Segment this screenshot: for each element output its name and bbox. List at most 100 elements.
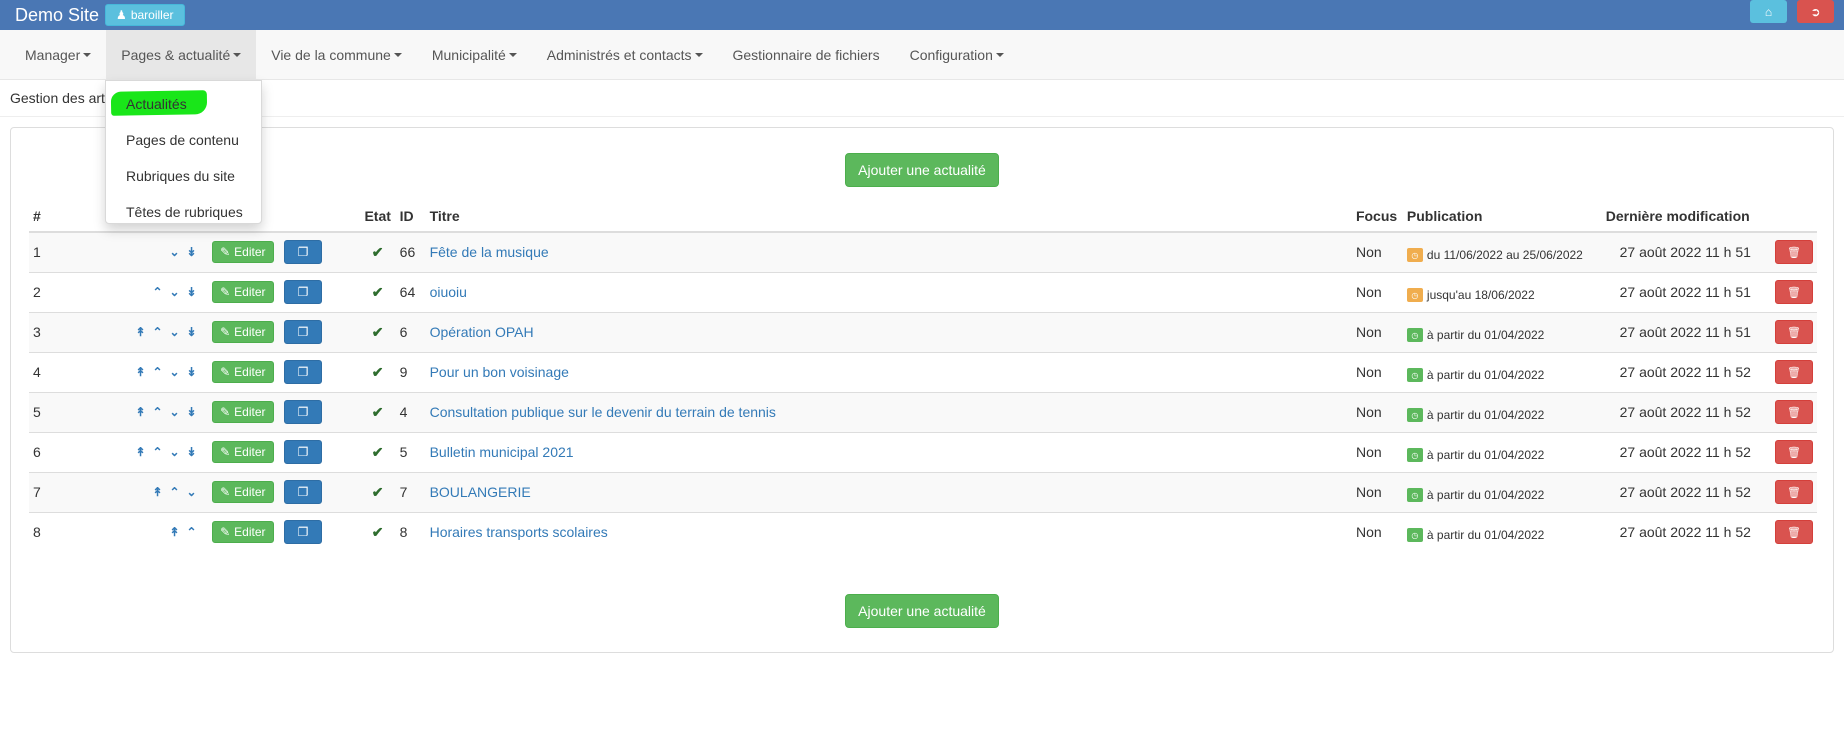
check-icon[interactable]: ✔: [372, 444, 384, 460]
delete-button[interactable]: 🗑: [1774, 440, 1813, 464]
delete-button[interactable]: 🗑: [1774, 520, 1813, 545]
nav-item[interactable]: Configuration: [895, 30, 1019, 79]
news-title-link[interactable]: Opération OPAH: [430, 324, 534, 340]
move-up-icon[interactable]: ⌃: [151, 406, 164, 418]
check-icon[interactable]: ✔: [372, 484, 384, 500]
add-news-button-top[interactable]: Ajouter une actualité: [845, 153, 999, 187]
move-top-icon[interactable]: ↟: [168, 526, 181, 538]
move-top-icon[interactable]: ↟: [134, 446, 147, 458]
duplicate-button[interactable]: ❐: [284, 400, 323, 424]
news-title-link[interactable]: Pour un bon voisinage: [430, 364, 569, 380]
add-news-button-bottom[interactable]: Ajouter une actualité: [845, 594, 999, 628]
move-bottom-icon[interactable]: ↡: [185, 326, 198, 338]
edit-button[interactable]: ✎ Editer: [212, 281, 274, 303]
edit-button[interactable]: ✎ Editer: [212, 441, 274, 463]
site-name[interactable]: Demo Site: [15, 5, 99, 26]
nav-item[interactable]: Municipalité: [417, 30, 532, 79]
edit-label: Editer: [234, 325, 266, 339]
move-down-icon[interactable]: ⌄: [168, 286, 181, 298]
edit-button[interactable]: ✎ Editer: [212, 521, 274, 544]
news-title-link[interactable]: Horaires transports scolaires: [430, 524, 608, 540]
check-icon[interactable]: ✔: [372, 524, 384, 540]
nav-item[interactable]: Pages & actualité: [106, 30, 257, 79]
move-down-icon[interactable]: ⌄: [168, 326, 181, 338]
delete-button[interactable]: 🗑: [1774, 280, 1813, 304]
move-bottom-icon[interactable]: ↡: [185, 286, 198, 298]
move-bottom-icon[interactable]: ↡: [185, 366, 198, 378]
move-down-icon[interactable]: ⌄: [168, 246, 181, 258]
move-top-icon[interactable]: ↟: [151, 486, 164, 498]
check-icon[interactable]: ✔: [372, 324, 384, 340]
reorder-controls: ⌄ ↡: [63, 246, 204, 258]
move-down-icon[interactable]: ⌄: [168, 406, 181, 418]
dropdown-item[interactable]: Têtes de rubriques: [106, 194, 261, 230]
delete-button[interactable]: 🗑: [1774, 240, 1813, 265]
duplicate-button[interactable]: ❐: [284, 360, 323, 384]
user-button[interactable]: ♟ baroiller: [105, 4, 185, 26]
news-title-link[interactable]: Fête de la musique: [430, 244, 549, 260]
dropdown-item[interactable]: Rubriques du site: [106, 158, 261, 194]
dropdown-item[interactable]: Pages de contenu: [106, 122, 261, 158]
edit-button[interactable]: ✎ Editer: [212, 401, 274, 423]
edit-button[interactable]: ✎ Editer: [212, 481, 274, 503]
pages-dropdown-menu: Actualités Pages de contenu Rubriques du s…: [105, 80, 262, 224]
duplicate-button[interactable]: ❐: [284, 440, 323, 464]
dropdown-item[interactable]: Actualités: [106, 86, 261, 122]
news-table: # Etat ID Titre Focus Publication Derniè…: [29, 200, 1817, 552]
duplicate-button[interactable]: ❐: [284, 320, 323, 344]
news-title-link[interactable]: Bulletin municipal 2021: [430, 444, 574, 460]
delete-button[interactable]: 🗑: [1774, 400, 1813, 424]
check-icon[interactable]: ✔: [372, 364, 384, 380]
duplicate-button[interactable]: ❐: [284, 520, 323, 545]
delete-button[interactable]: 🗑: [1774, 480, 1813, 504]
clock-icon: ◷: [1406, 488, 1423, 502]
row-number: 3: [29, 311, 59, 352]
move-up-icon[interactable]: ⌃: [151, 366, 164, 378]
check-icon[interactable]: ✔: [372, 284, 384, 300]
nav-item[interactable]: Gestionnaire de fichiers: [718, 30, 895, 79]
check-icon[interactable]: ✔: [372, 244, 384, 260]
move-up-icon[interactable]: ⌃: [151, 326, 164, 338]
row-focus: Non: [1351, 431, 1403, 472]
duplicate-button[interactable]: ❐: [284, 280, 323, 304]
move-down-icon[interactable]: ⌄: [168, 366, 181, 378]
nav-item[interactable]: Vie de la commune: [256, 30, 417, 79]
move-top-icon[interactable]: ↟: [134, 406, 147, 418]
move-down-icon[interactable]: ⌄: [185, 486, 198, 498]
logout-button[interactable]: ➲: [1797, 0, 1834, 23]
row-id: 5: [395, 431, 426, 472]
reorder-controls: ↟ ⌃ ⌄ ↡: [63, 406, 204, 418]
delete-button[interactable]: 🗑: [1774, 320, 1813, 344]
row-id: 64: [395, 271, 426, 312]
duplicate-button[interactable]: ❐: [284, 480, 323, 504]
move-up-icon[interactable]: ⌃: [151, 286, 164, 298]
nav-item[interactable]: Administrés et contacts: [532, 30, 718, 79]
nav-item[interactable]: Manager: [0, 30, 106, 79]
news-title-link[interactable]: Consultation publique sur le devenir du …: [430, 404, 776, 420]
clock-icon: ◷: [1406, 448, 1423, 462]
row-focus: Non: [1351, 351, 1403, 392]
edit-button[interactable]: ✎ Editer: [212, 361, 274, 383]
move-top-icon[interactable]: ↟: [134, 366, 147, 378]
edit-button[interactable]: ✎ Editer: [212, 241, 274, 264]
move-top-icon[interactable]: ↟: [134, 326, 147, 338]
header-focus: Focus: [1351, 200, 1403, 233]
move-bottom-icon[interactable]: ↡: [185, 406, 198, 418]
move-bottom-icon[interactable]: ↡: [185, 446, 198, 458]
move-down-icon[interactable]: ⌄: [168, 446, 181, 458]
move-up-icon[interactable]: ⌃: [168, 486, 181, 498]
move-up-icon[interactable]: ⌃: [185, 526, 198, 538]
move-up-icon[interactable]: ⌃: [151, 446, 164, 458]
news-title-link[interactable]: oiuoiu: [430, 284, 467, 300]
row-focus: Non: [1351, 271, 1403, 312]
row-number: 6: [29, 431, 59, 472]
table-row: 4 ↟ ⌃ ⌄ ↡ ✎ Editer ❐ ✔ 9 Pour un bon voisin…: [29, 351, 1817, 392]
news-title-link[interactable]: BOULANGERIE: [430, 484, 531, 500]
main-navbar: Manager Pages & actualité Vie de la commun…: [0, 30, 1844, 80]
edit-button[interactable]: ✎ Editer: [212, 321, 274, 343]
check-icon[interactable]: ✔: [372, 404, 384, 420]
move-bottom-icon[interactable]: ↡: [185, 246, 198, 258]
duplicate-button[interactable]: ❐: [284, 240, 323, 265]
delete-button[interactable]: 🗑: [1774, 360, 1813, 384]
home-button[interactable]: ⌂: [1750, 0, 1787, 23]
